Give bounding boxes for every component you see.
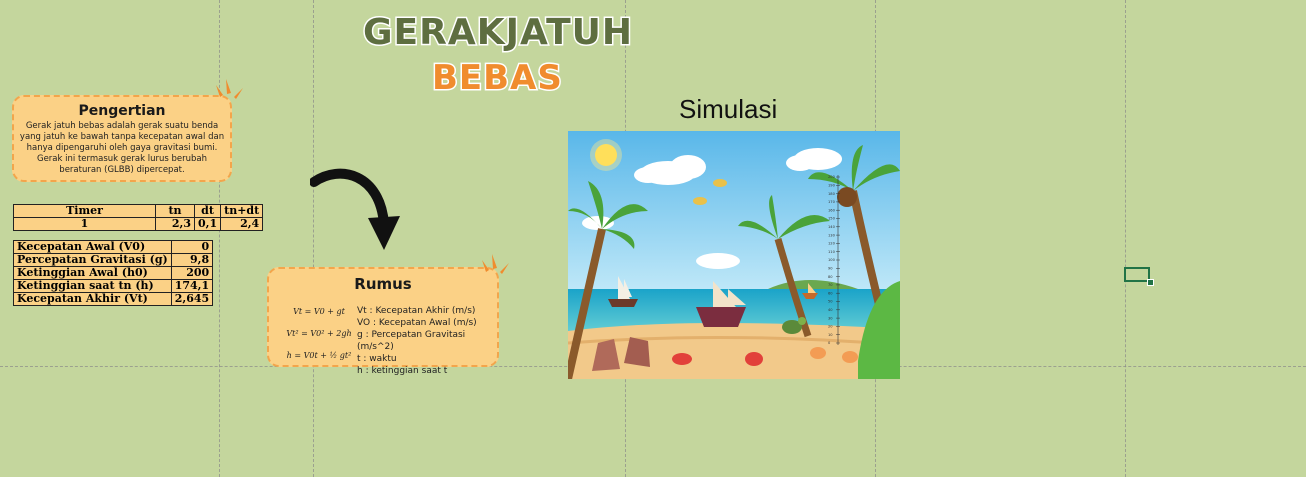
scale-tick-label: 150 — [828, 217, 836, 221]
scale-tick-label: 190 — [828, 184, 836, 188]
legend-item: t : waktu — [357, 354, 397, 364]
scale-tick-label: 100 — [828, 258, 836, 262]
formula-velocity-squared: Vt² = V0² + 2gh — [286, 329, 352, 338]
scale-tick-label: 170 — [828, 200, 836, 204]
formula-card: Rumus Vt = V0 + gt Vt² = V0² + 2gh h = V… — [267, 267, 499, 376]
gridline — [1125, 0, 1126, 477]
formula-legend: Vt : Kecepatan Akhir (m/s) VO : Kecepata… — [357, 305, 497, 377]
page-subtitle: BEBAS — [431, 57, 564, 100]
scale-tick-label: 180 — [828, 192, 836, 196]
simulation-scene[interactable]: 200 190 180 170 160 150 140 130 120 110 100 90 80 70 6… — [568, 131, 900, 379]
tn-header: tn — [155, 204, 195, 218]
param-label: Percepatan Gravitasi (g) — [13, 253, 172, 267]
beach-scene: 200 190 180 170 160 150 140 130 120 110 100 90 80 70 6… — [568, 131, 900, 379]
scale-tick-label: 20 — [828, 325, 833, 329]
param-value[interactable]: 9,8 — [170, 253, 214, 267]
table-row: Kecepatan Awal (V0) 0 — [13, 240, 214, 254]
tn-dt-value[interactable]: 2,4 — [220, 217, 264, 231]
scale-tick-label: 70 — [828, 283, 833, 287]
timer-header-row: Timer tn dt tn+dt — [13, 204, 264, 218]
definition-heading: Pengertian — [78, 103, 166, 119]
table-row: Kecepatan Akhir (Vt) 2,645 — [13, 292, 214, 306]
curved-down-arrow-icon — [310, 168, 400, 250]
gridline — [219, 0, 220, 477]
orange-spark-icon — [216, 79, 243, 99]
scale-tick-label: 40 — [828, 308, 833, 312]
orange-spark-icon — [482, 254, 509, 274]
param-value[interactable]: 174,1 — [170, 279, 214, 293]
param-value[interactable]: 0 — [170, 240, 214, 254]
dt-header: dt — [193, 204, 222, 218]
dt-value[interactable]: 0,1 — [193, 217, 222, 231]
param-label: Kecepatan Awal (V0) — [13, 240, 172, 254]
param-value[interactable]: 2,645 — [170, 292, 214, 306]
definition-text: Gerak jatuh bebas adalah gerak suatu ben… — [19, 121, 225, 175]
scale-tick-label: 110 — [828, 250, 836, 254]
scale-tick-label: 130 — [828, 233, 836, 237]
simulation-label: Simulasi — [679, 94, 778, 124]
param-value[interactable]: 200 — [170, 266, 214, 280]
scale-tick-label: 50 — [828, 300, 833, 304]
scale-tick-label: 140 — [828, 225, 836, 229]
timer-value[interactable]: 1 — [13, 217, 156, 231]
formula-velocity: Vt = V0 + gt — [293, 307, 345, 316]
fill-handle[interactable] — [1147, 279, 1154, 286]
table-row: Ketinggian Awal (h0) 200 — [13, 266, 214, 280]
parameter-table: Kecepatan Awal (V0) 0 Percepatan Gravita… — [13, 240, 214, 306]
table-row: Percepatan Gravitasi (g) 9,8 — [13, 253, 214, 267]
scale-tick-label: 60 — [828, 291, 833, 295]
scale-tick-label: 200 — [828, 175, 836, 179]
param-label: Ketinggian saat tn (h) — [13, 279, 172, 293]
timer-value-row: 1 2,3 0,1 2,4 — [13, 217, 264, 231]
legend-item: VO : Kecepatan Awal (m/s) — [357, 318, 477, 328]
page-title: GERAKJATUH — [362, 11, 634, 55]
timer-table: Timer tn dt tn+dt 1 2,3 0,1 2,4 — [13, 204, 264, 231]
formula-heading: Rumus — [354, 275, 412, 293]
table-row: Ketinggian saat tn (h) 174,1 — [13, 279, 214, 293]
scale-tick-label: 80 — [828, 275, 833, 279]
definition-card: Pengertian Gerak jatuh bebas adalah gera… — [12, 95, 232, 182]
scale-tick-label: 90 — [828, 267, 833, 271]
formula-list: Vt = V0 + gt Vt² = V0² + 2gh h = V0t + ½… — [279, 301, 359, 367]
scale-tick-label: 120 — [828, 242, 836, 246]
scale-tick-label: 160 — [828, 208, 836, 212]
scale-tick-label: 10 — [828, 333, 833, 337]
legend-item: g : Percepatan Gravitasi (m/s^2) — [357, 330, 466, 352]
timer-header: Timer — [13, 204, 156, 218]
formula-height: h = V0t + ½ gt² — [286, 351, 352, 360]
tn-dt-header: tn+dt — [220, 204, 264, 218]
param-label: Ketinggian Awal (h0) — [13, 266, 172, 280]
scale-tick-label: 30 — [828, 316, 833, 320]
param-label: Kecepatan Akhir (Vt) — [13, 292, 172, 306]
legend-item: h : ketinggian saat t — [357, 366, 448, 376]
coconut — [837, 187, 857, 207]
legend-item: Vt : Kecepatan Akhir (m/s) — [357, 306, 476, 316]
tn-value[interactable]: 2,3 — [155, 217, 195, 231]
